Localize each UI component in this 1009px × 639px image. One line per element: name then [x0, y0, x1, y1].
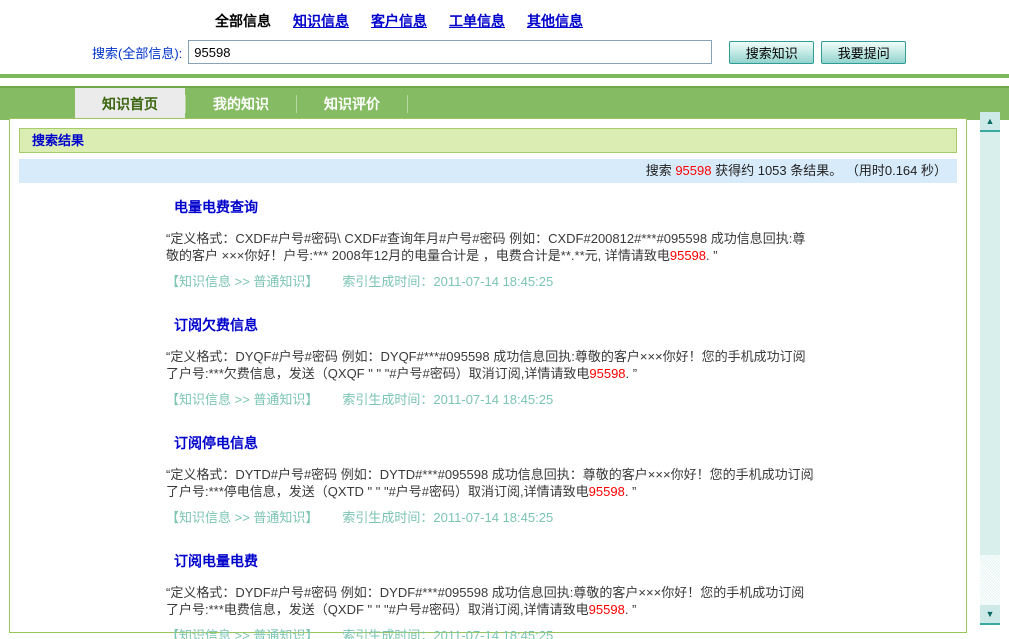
search-buttons: 搜索知识 我要提问: [722, 41, 906, 64]
result-category: 【知识信息 >> 普通知识】: [166, 274, 318, 289]
search-label: 搜索(全部信息):: [92, 43, 182, 62]
result-meta: 【知识信息 >> 普通知识】 索引生成时间：2011-07-14 18:45:25: [166, 389, 814, 408]
tab-bar: 知识首页 我的知识 知识评价: [0, 86, 1009, 120]
result-title-link[interactable]: 订阅停电信息: [174, 433, 258, 453]
result-body: “定义格式：DYTD#户号#密码 例如：DYTD#***#095598 成功信息…: [166, 466, 814, 500]
result-title-link[interactable]: 订阅电量电费: [174, 551, 258, 571]
result-category: 【知识信息 >> 普通知识】: [166, 510, 318, 525]
result-index-time: 索引生成时间：2011-07-14 18:45:25: [342, 510, 553, 525]
result-text: . ”: [625, 602, 637, 617]
result-meta: 【知识信息 >> 普通知识】 索引生成时间：2011-07-14 18:45:25: [166, 271, 814, 290]
result-category: 【知识信息 >> 普通知识】: [166, 628, 318, 639]
result-index-time: 索引生成时间：2011-07-14 18:45:25: [342, 274, 553, 289]
result-text: . ”: [626, 366, 638, 381]
result-title-link[interactable]: 电量电费查询: [174, 197, 258, 217]
scrollbar-track[interactable]: [980, 555, 1000, 605]
tab-knowledge-home[interactable]: 知识首页: [75, 88, 185, 120]
result-index-time: 索引生成时间：2011-07-14 18:45:25: [342, 392, 553, 407]
result-item: 订阅欠费信息 “定义格式：DYQF#户号#密码 例如：DYQF#***#0955…: [166, 290, 814, 408]
nav-item-workorder-info[interactable]: 工单信息: [449, 13, 505, 29]
search-summary: 搜索 95598 获得约 1053 条结果。 （用时0.164 秒）: [19, 159, 957, 183]
hotline-number: 95598: [670, 248, 706, 263]
result-text: . ”: [706, 248, 718, 263]
scroll-down-arrow-icon[interactable]: ▼: [980, 605, 1000, 625]
summary-keyword: 95598: [675, 163, 711, 178]
result-index-time: 索引生成时间：2011-07-14 18:45:25: [342, 628, 553, 639]
nav-item-other-info[interactable]: 其他信息: [527, 13, 583, 29]
nav-item-all-info[interactable]: 全部信息: [215, 13, 271, 29]
top-nav: 全部信息 知识信息 客户信息 工单信息 其他信息: [0, 0, 1009, 31]
result-item: 订阅停电信息 “定义格式：DYTD#户号#密码 例如：DYTD#***#0955…: [166, 408, 814, 526]
tab-separator: [407, 95, 408, 113]
hotline-number: 95598: [589, 484, 625, 499]
result-meta: 【知识信息 >> 普通知识】 索引生成时间：2011-07-14 18:45:25: [166, 625, 814, 639]
summary-suffix: 获得约 1053 条结果。 （用时0.164 秒）: [711, 163, 947, 178]
search-input[interactable]: [188, 40, 712, 64]
result-body: “定义格式：DYQF#户号#密码 例如：DYQF#***#095598 成功信息…: [166, 348, 814, 382]
result-text: “定义格式：DYQF#户号#密码 例如：DYQF#***#095598 成功信息…: [166, 349, 806, 381]
vertical-scrollbar[interactable]: ▲ ▼: [980, 112, 1000, 625]
results-list: 电量电费查询 “定义格式：CXDF#户号#密码\ CXDF#查询年月#户号#密码…: [166, 183, 814, 639]
result-item: 电量电费查询 “定义格式：CXDF#户号#密码\ CXDF#查询年月#户号#密码…: [166, 183, 814, 290]
result-meta: 【知识信息 >> 普通知识】 索引生成时间：2011-07-14 18:45:25: [166, 507, 814, 526]
result-category: 【知识信息 >> 普通知识】: [166, 392, 318, 407]
ask-question-button[interactable]: 我要提问: [821, 41, 906, 64]
result-text: “定义格式：DYDF#户号#密码 例如：DYDF#***#095598 成功信息…: [166, 585, 804, 617]
search-knowledge-button[interactable]: 搜索知识: [729, 41, 814, 64]
result-item: 订阅电量电费 “定义格式：DYDF#户号#密码 例如：DYDF#***#0955…: [166, 526, 814, 639]
result-body: “定义格式：CXDF#户号#密码\ CXDF#查询年月#户号#密码 例如：CXD…: [166, 230, 814, 264]
tab-knowledge-rating[interactable]: 知识评价: [297, 88, 407, 120]
hotline-number: 95598: [589, 366, 625, 381]
nav-item-customer-info[interactable]: 客户信息: [371, 13, 427, 29]
tab-my-knowledge[interactable]: 我的知识: [186, 88, 296, 120]
search-bar: 搜索(全部信息): 搜索知识 我要提问: [92, 40, 1009, 64]
result-body: “定义格式：DYDF#户号#密码 例如：DYDF#***#095598 成功信息…: [166, 584, 814, 618]
search-results-panel: 搜索结果 搜索 95598 获得约 1053 条结果。 （用时0.164 秒） …: [9, 118, 967, 633]
scroll-up-arrow-icon[interactable]: ▲: [980, 112, 1000, 132]
hotline-number: 95598: [589, 602, 625, 617]
panel-title: 搜索结果: [19, 128, 957, 153]
result-text: “定义格式：DYTD#户号#密码 例如：DYTD#***#095598 成功信息…: [166, 467, 814, 499]
nav-item-knowledge-info[interactable]: 知识信息: [293, 13, 349, 29]
summary-prefix: 搜索: [646, 163, 676, 178]
scrollbar-thumb[interactable]: [980, 132, 1000, 555]
result-title-link[interactable]: 订阅欠费信息: [174, 315, 258, 335]
header-divider: [0, 74, 1009, 78]
result-text: . ”: [625, 484, 637, 499]
